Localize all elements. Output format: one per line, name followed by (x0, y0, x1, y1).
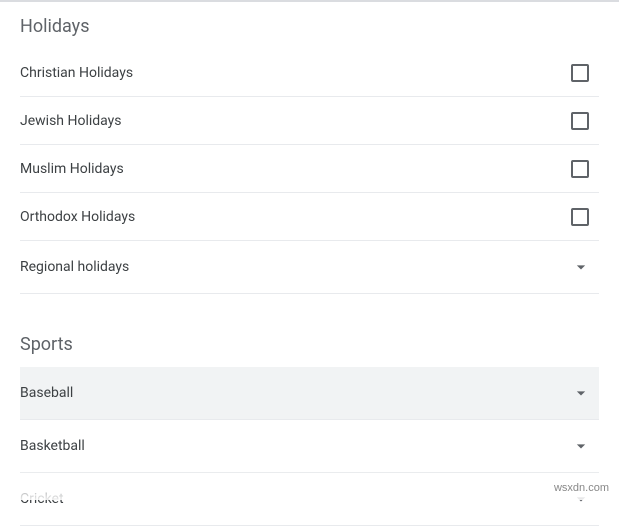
label-orthodox-holidays: Orthodox Holidays (20, 209, 135, 225)
label-muslim-holidays: Muslim Holidays (20, 161, 124, 177)
label-regional-holidays: Regional holidays (20, 259, 129, 275)
row-regional-holidays[interactable]: Regional holidays (20, 241, 599, 294)
row-baseball[interactable]: Baseball (20, 367, 599, 420)
label-baseball: Baseball (20, 385, 73, 401)
checkbox-christian-holidays[interactable] (571, 64, 589, 82)
sports-header: Sports (20, 324, 599, 367)
holidays-header: Holidays (20, 6, 599, 49)
checkbox-orthodox-holidays[interactable] (571, 208, 589, 226)
row-orthodox-holidays[interactable]: Orthodox Holidays (20, 193, 599, 241)
label-jewish-holidays: Jewish Holidays (20, 113, 122, 129)
chevron-down-icon (569, 434, 593, 458)
chevron-down-icon (569, 255, 593, 279)
settings-container: Holidays Christian Holidays Jewish Holid… (0, 6, 619, 526)
checkbox-jewish-holidays[interactable] (571, 112, 589, 130)
row-muslim-holidays[interactable]: Muslim Holidays (20, 145, 599, 193)
label-cricket: Cricket (20, 491, 64, 507)
label-basketball: Basketball (20, 438, 85, 454)
checkbox-muslim-holidays[interactable] (571, 160, 589, 178)
sports-section: Sports Baseball Basketball Cricket (20, 324, 599, 526)
row-christian-holidays[interactable]: Christian Holidays (20, 49, 599, 97)
label-christian-holidays: Christian Holidays (20, 65, 133, 81)
top-divider (0, 0, 619, 2)
chevron-down-icon (569, 381, 593, 405)
watermark: wsxdn.com (554, 482, 609, 494)
row-jewish-holidays[interactable]: Jewish Holidays (20, 97, 599, 145)
holidays-section: Holidays Christian Holidays Jewish Holid… (20, 6, 599, 294)
row-basketball[interactable]: Basketball (20, 420, 599, 473)
